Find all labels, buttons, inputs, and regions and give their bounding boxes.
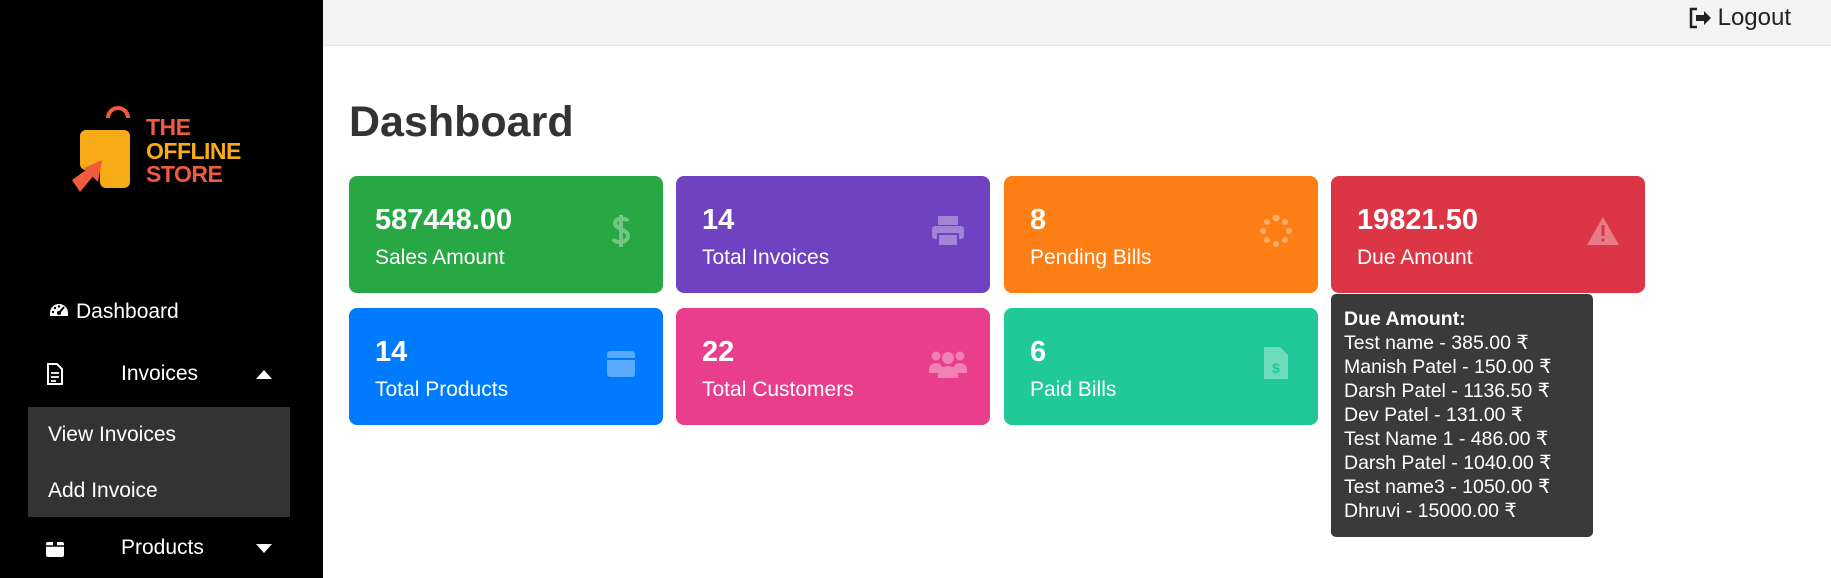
tooltip-line: Dev Patel - 131.00 ₹ xyxy=(1344,404,1524,426)
tooltip-line: Test Name 1 - 486.00 ₹ xyxy=(1344,428,1549,450)
due-amount-tooltip: Due Amount: Test name - 385.00 ₹ Manish … xyxy=(1331,294,1593,537)
submenu-item-add-invoice[interactable]: Add Invoice xyxy=(48,479,158,503)
sidebar-item-invoices[interactable]: Invoices xyxy=(28,350,290,398)
page-title: Dashboard xyxy=(349,98,574,146)
sidebar-item-label: Dashboard xyxy=(76,300,179,323)
card-value: 6 xyxy=(1030,336,1047,368)
topbar: Logout xyxy=(323,0,1831,46)
tooltip-line: Dhruvi - 15000.00 ₹ xyxy=(1344,500,1517,522)
card-label: Sales Amount xyxy=(375,246,505,269)
card-value: 14 xyxy=(702,204,735,236)
card-label: Paid Bills xyxy=(1030,378,1117,401)
card-pending-bills[interactable]: 8 Pending Bills xyxy=(1004,176,1318,293)
invoices-submenu: View Invoices Add Invoice xyxy=(28,407,290,517)
sidebar-item-dashboard[interactable]: Dashboard xyxy=(46,288,308,336)
tooltip-line: Darsh Patel - 1136.50 ₹ xyxy=(1344,380,1551,402)
tooltip-line: Manish Patel - 150.00 ₹ xyxy=(1344,356,1552,378)
card-label: Total Customers xyxy=(702,378,854,401)
sidebar: THE OFFLINE STORE Dashboard Invoices Vie… xyxy=(0,0,323,578)
card-total-customers[interactable]: 22 Total Customers xyxy=(676,308,990,425)
brand-line-3: STORE xyxy=(146,161,223,187)
card-total-invoices[interactable]: 14 Total Invoices xyxy=(676,176,990,293)
users-icon xyxy=(928,343,968,383)
tachometer-icon xyxy=(46,299,72,325)
card-paid-bills[interactable]: 6 Paid Bills $ xyxy=(1004,308,1318,425)
dollar-icon xyxy=(601,211,641,251)
card-value: 19821.50 xyxy=(1357,204,1478,236)
card-value: 587448.00 xyxy=(375,204,513,236)
card-sales-amount[interactable]: 587448.00 Sales Amount xyxy=(349,176,663,293)
card-value: 8 xyxy=(1030,204,1047,236)
submenu-item-view-invoices[interactable]: View Invoices xyxy=(48,423,176,447)
file-icon xyxy=(42,361,68,387)
logout-label: Logout xyxy=(1717,4,1791,31)
brand-line-2: OFFLINE xyxy=(146,137,241,164)
card-label: Due Amount xyxy=(1357,246,1473,269)
spinner-icon xyxy=(1256,211,1296,251)
svg-text:$: $ xyxy=(1272,360,1280,376)
brand-name: THE OFFLINE STORE xyxy=(146,114,241,187)
card-label: Total Invoices xyxy=(702,246,830,269)
invoice-dollar-icon: $ xyxy=(1256,343,1296,383)
logout-button[interactable]: Logout xyxy=(1688,4,1791,32)
caret-up-icon xyxy=(256,369,272,379)
sidebar-item-label: Products xyxy=(121,536,204,559)
card-due-amount[interactable]: 19821.50 Due Amount xyxy=(1331,176,1645,293)
sidebar-item-label: Invoices xyxy=(121,362,199,385)
warning-icon xyxy=(1583,211,1623,251)
card-label: Total Products xyxy=(375,378,509,401)
brand-line-1: THE xyxy=(146,114,191,140)
printer-icon xyxy=(928,211,968,251)
card-label: Pending Bills xyxy=(1030,246,1152,269)
box-icon xyxy=(601,343,641,383)
caret-down-icon xyxy=(256,543,272,553)
card-value: 14 xyxy=(375,336,408,368)
card-total-products[interactable]: 14 Total Products xyxy=(349,308,663,425)
sidebar-item-products[interactable]: Products xyxy=(28,524,290,572)
box-icon xyxy=(42,535,68,561)
tooltip-line: Test name - 385.00 ₹ xyxy=(1344,332,1529,354)
card-value: 22 xyxy=(702,336,735,368)
tooltip-line: Test name3 - 1050.00 ₹ xyxy=(1344,476,1551,498)
tooltip-title: Due Amount: xyxy=(1344,308,1466,330)
tooltip-line: Darsh Patel - 1040.00 ₹ xyxy=(1344,452,1552,474)
sign-out-icon xyxy=(1689,7,1711,29)
